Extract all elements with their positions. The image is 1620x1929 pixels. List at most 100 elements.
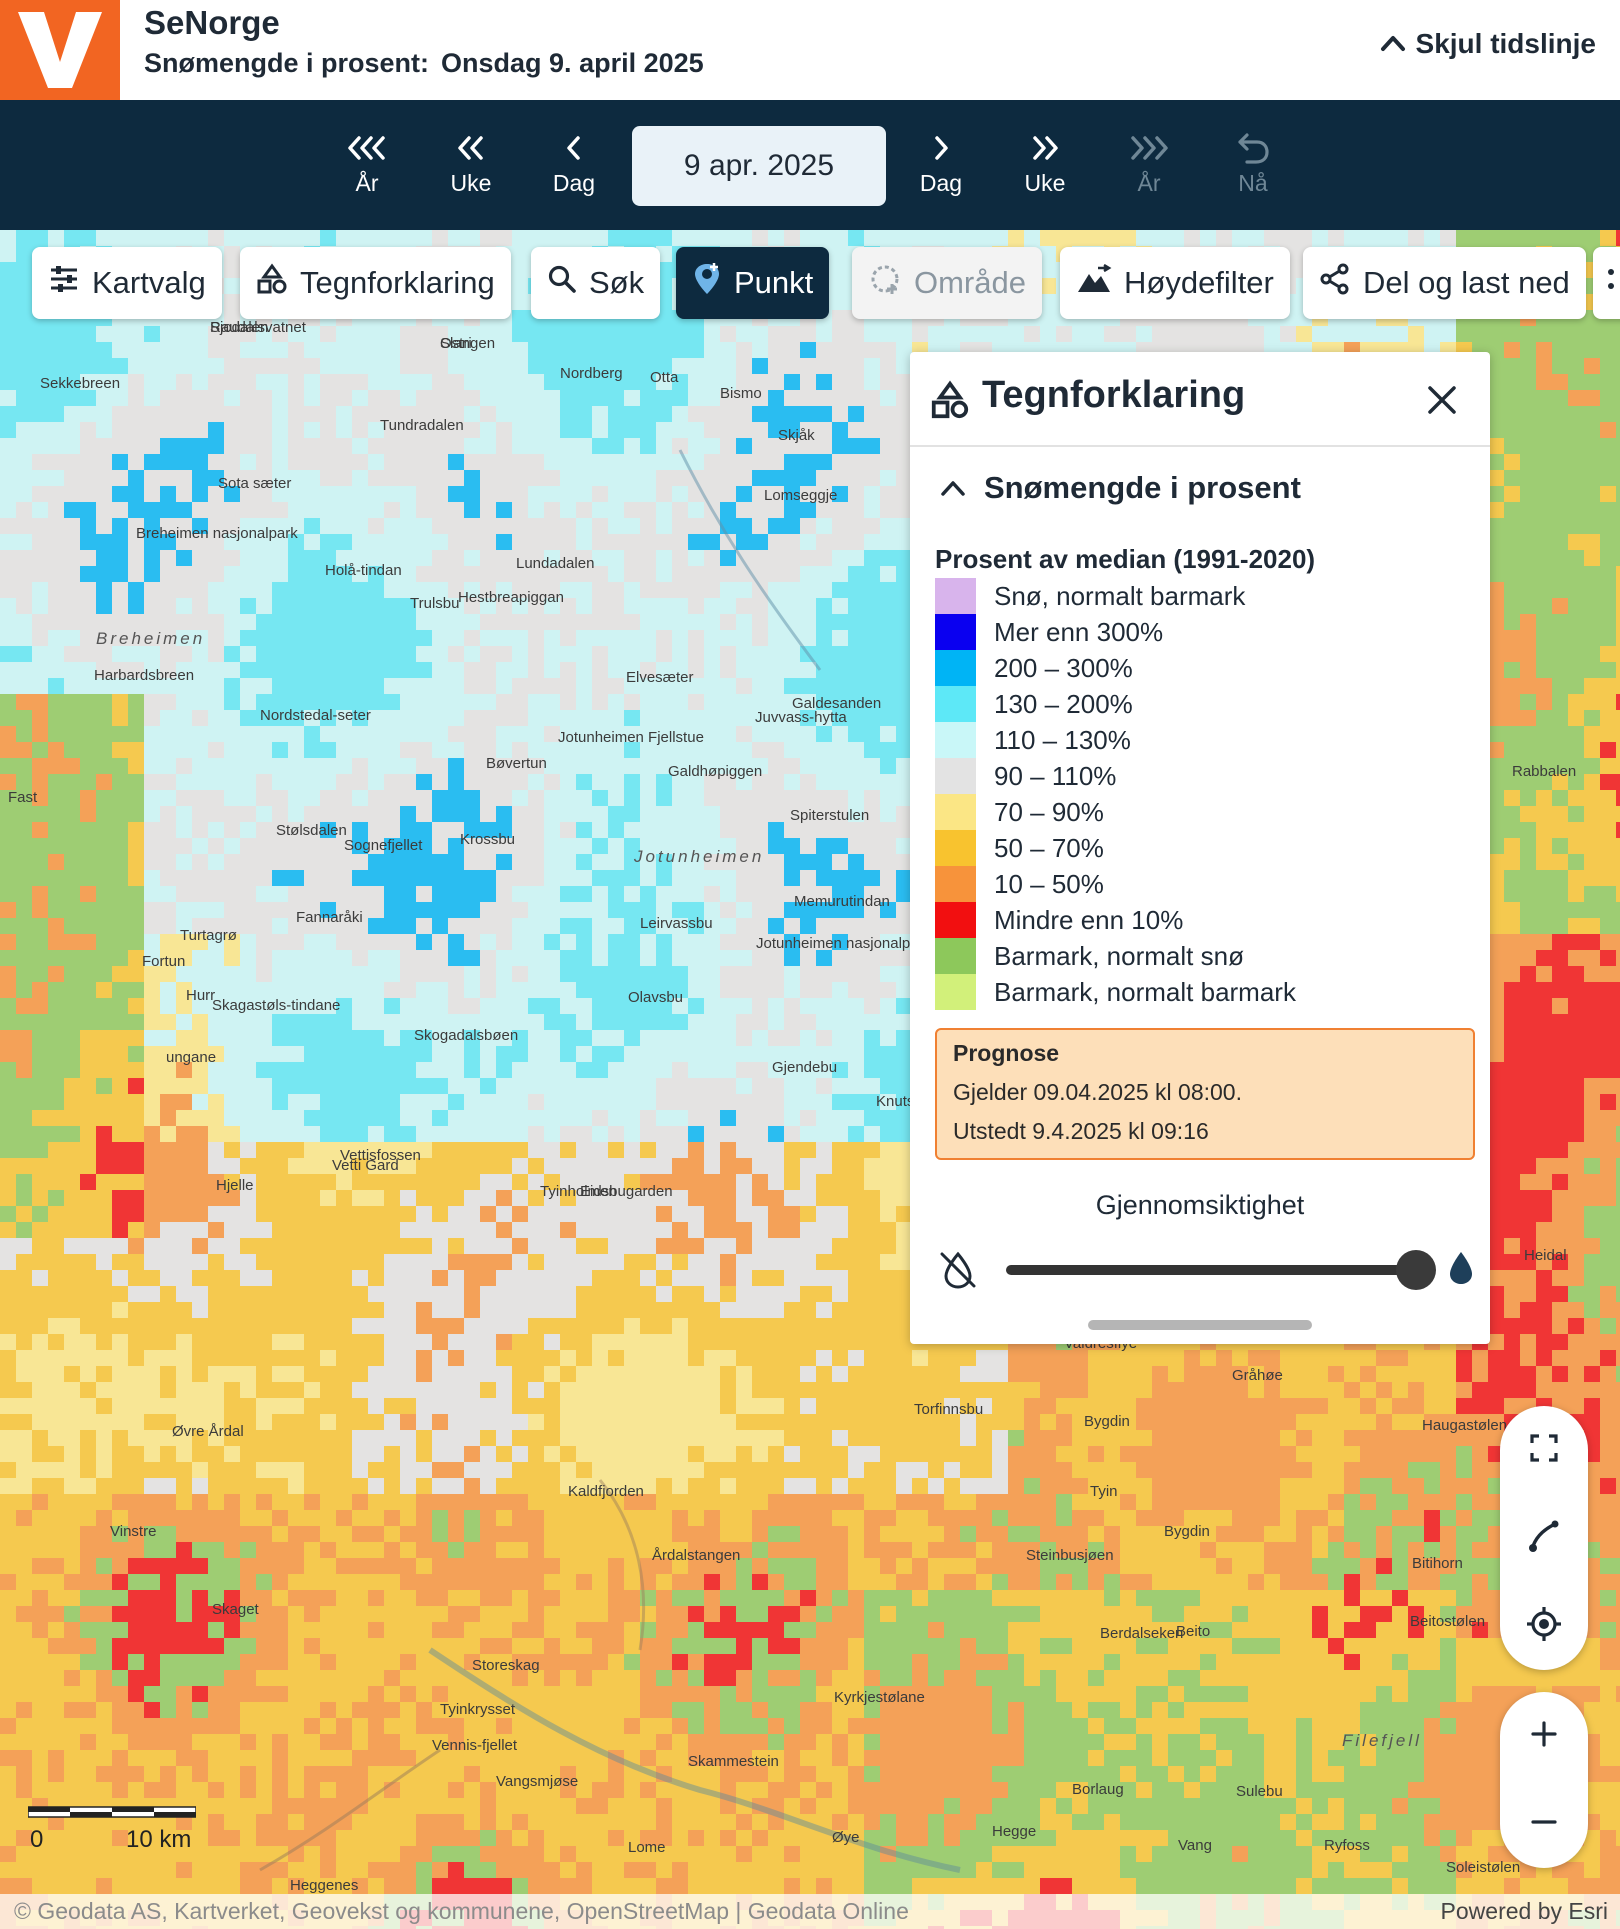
snow-grid-cell: [848, 438, 864, 454]
snow-grid-cell: [816, 838, 832, 854]
snow-grid-cell: [496, 486, 512, 502]
snow-grid-cell: [64, 886, 80, 902]
snow-grid-cell: [288, 758, 304, 774]
snow-grid-cell: [304, 870, 320, 886]
snow-grid-cell: [1488, 486, 1504, 502]
snow-grid-cell: [192, 726, 208, 742]
forward-week-button[interactable]: Uke: [1000, 128, 1090, 204]
map-view[interactable]: Raudalsvatnet Ostri Nordberg Otta Bismo Sekke…: [0, 230, 1620, 1929]
snow-grid-cell: [784, 646, 800, 662]
snow-grid-cell: [784, 390, 800, 406]
snow-grid-cell: [768, 998, 784, 1014]
snow-grid-cell: [32, 822, 48, 838]
snow-grid-cell: [1040, 326, 1056, 342]
snow-grid-cell: [624, 550, 640, 566]
snow-grid-cell: [1488, 726, 1504, 742]
snow-grid-cell: [1488, 422, 1504, 438]
snow-grid-cell: [880, 630, 896, 646]
snow-grid-cell: [480, 662, 496, 678]
snow-grid-cell: [768, 326, 784, 342]
snow-grid-cell: [352, 758, 368, 774]
snow-grid-cell: [256, 582, 272, 598]
back-week-button[interactable]: Uke: [426, 128, 516, 204]
snow-grid-cell: [512, 806, 528, 822]
snow-grid-cell: [528, 822, 544, 838]
snow-grid-cell: [512, 422, 528, 438]
forward-year-button[interactable]: År: [1104, 128, 1194, 204]
snow-grid-cell: [672, 822, 688, 838]
snow-grid-cell: [176, 614, 192, 630]
snow-grid-cell: [128, 454, 144, 470]
snow-grid-cell: [832, 822, 848, 838]
current-date-button[interactable]: 9 apr. 2025: [632, 126, 886, 206]
snow-grid-cell: [96, 326, 112, 342]
snow-grid-cell: [1056, 230, 1072, 246]
snow-grid-cell: [416, 550, 432, 566]
snow-grid-cell: [560, 534, 576, 550]
snow-grid-cell: [400, 230, 416, 246]
snow-grid-cell: [560, 774, 576, 790]
snow-grid-cell: [1584, 390, 1600, 406]
snow-grid-cell: [16, 742, 32, 758]
snow-grid-cell: [544, 502, 560, 518]
snow-grid-cell: [736, 966, 752, 982]
snow-grid-cell: [528, 502, 544, 518]
snow-grid-cell: [112, 838, 128, 854]
snow-grid-cell: [768, 950, 784, 966]
snow-grid-cell: [416, 870, 432, 886]
snow-grid-cell: [656, 614, 672, 630]
snow-grid-cell: [1072, 230, 1088, 246]
snow-grid-cell: [288, 854, 304, 870]
now-button[interactable]: Nå: [1208, 128, 1298, 204]
varsom-logo[interactable]: [0, 0, 120, 100]
snow-grid-cell: [336, 582, 352, 598]
snow-grid-cell: [1504, 726, 1520, 742]
back-week-label: Uke: [450, 170, 492, 196]
back-year-button[interactable]: År: [322, 128, 412, 204]
snow-grid-cell: [0, 374, 16, 390]
snow-grid-cell: [336, 742, 352, 758]
snow-grid-cell: [848, 470, 864, 486]
forward-day-button[interactable]: Dag: [896, 128, 986, 204]
snow-grid-cell: [224, 630, 240, 646]
snow-grid-cell: [1328, 326, 1344, 342]
snow-grid-cell: [496, 230, 512, 246]
snow-grid-cell: [1152, 230, 1168, 246]
snow-grid-cell: [896, 326, 912, 342]
snow-grid-cell: [1600, 502, 1616, 518]
snow-grid-cell: [816, 822, 832, 838]
snow-grid-cell: [240, 774, 256, 790]
snow-grid-cell: [288, 358, 304, 374]
snow-grid-cell: [480, 550, 496, 566]
snow-grid-cell: [1552, 518, 1568, 534]
snow-grid-cell: [720, 870, 736, 886]
snow-grid-cell: [224, 374, 240, 390]
snow-grid-cell: [48, 742, 64, 758]
snow-grid-cell: [96, 470, 112, 486]
snow-grid-cell: [304, 518, 320, 534]
snow-grid-cell: [864, 438, 880, 454]
snow-grid-cell: [128, 502, 144, 518]
snow-grid-cell: [0, 822, 16, 838]
snow-grid-cell: [880, 422, 896, 438]
snow-grid-cell: [672, 694, 688, 710]
snow-grid-cell: [464, 470, 480, 486]
snow-grid-cell: [576, 774, 592, 790]
back-day-button[interactable]: Dag: [529, 128, 619, 204]
snow-grid-cell: [336, 854, 352, 870]
snow-grid-cell: [864, 422, 880, 438]
snow-grid-cell: [656, 502, 672, 518]
snow-grid-cell: [688, 502, 704, 518]
snow-grid-cell: [208, 630, 224, 646]
snow-grid-cell: [224, 502, 240, 518]
snow-grid-cell: [1568, 598, 1584, 614]
snow-grid-cell: [176, 422, 192, 438]
snow-grid-cell: [0, 630, 16, 646]
hide-timeline-button[interactable]: Skjul tidslinje: [1380, 24, 1596, 64]
snow-grid-cell: [496, 982, 512, 998]
snow-grid-cell: [160, 470, 176, 486]
snow-grid-cell: [240, 598, 256, 614]
snow-grid-cell: [736, 902, 752, 918]
snow-grid-cell: [752, 630, 768, 646]
snow-grid-cell: [0, 806, 16, 822]
